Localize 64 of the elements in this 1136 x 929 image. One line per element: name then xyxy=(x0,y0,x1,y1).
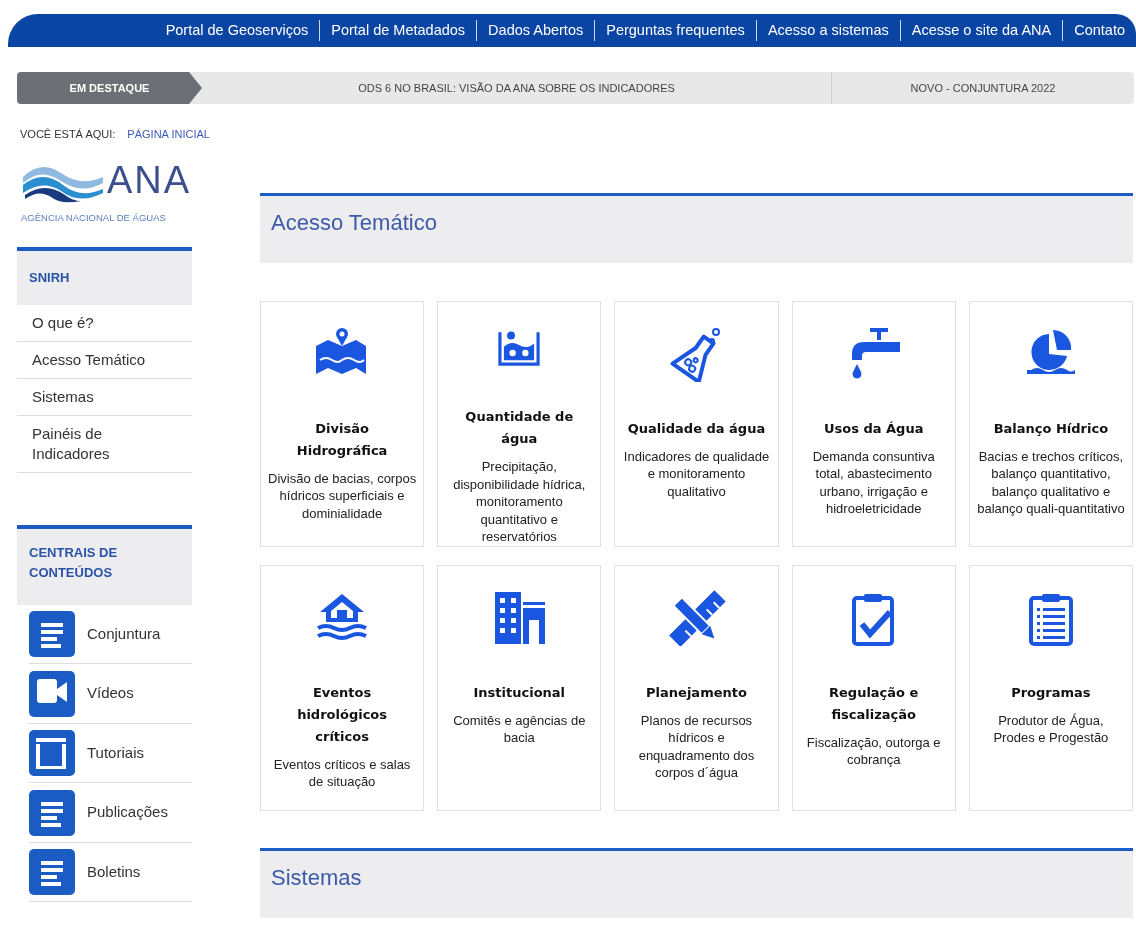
card-title: Quantidade de água xyxy=(464,408,575,448)
pencil-ruler-icon xyxy=(666,589,727,646)
card-title: Institucional xyxy=(472,683,567,702)
layout-icon xyxy=(29,730,75,776)
section-title: CENTRAIS DE CONTEÚDOS xyxy=(29,543,119,582)
logo-name: ANA xyxy=(107,160,192,199)
sidebar-link[interactable]: Acesso Temático xyxy=(17,341,192,379)
card-description: Indicadores de qualidade e monitoramento qualitativo xyxy=(622,447,771,500)
card-description: Eventos críticos e salas de situação xyxy=(272,755,412,791)
content-link[interactable]: Publicações xyxy=(29,783,192,843)
nav-link[interactable]: Acesse o site da ANA xyxy=(900,19,1064,42)
content-link[interactable]: Boletins xyxy=(29,842,192,903)
highlight-link[interactable]: ODS 6 NO BRASIL: VISÃO DA ANA SOBRE OS INDICADORES xyxy=(202,72,832,104)
nav-link[interactable]: Perguntas frequentes xyxy=(595,19,757,42)
card-description: Precipitação, disponibilidade hídrica, monitoramento quantitativo e reservatórios xyxy=(452,458,587,546)
logo[interactable]: ANA AGÊNCIA NACIONAL DE ÁGUAS xyxy=(17,158,192,225)
sidebar-link[interactable]: Sistemas xyxy=(17,378,192,416)
topic-card[interactable]: Divisão Hidrográfica Divisão de bacias, corpos hídricos superficiais e dominialidade xyxy=(260,300,425,547)
card-description: Produtor de Água, Prodes e Progestão xyxy=(992,711,1110,747)
nav-link[interactable]: Contato xyxy=(1063,19,1136,42)
card-description: Planos de recursos hídricos e enquadramento dos corpos d´água xyxy=(637,711,756,782)
section-title: SNIRH xyxy=(29,269,70,285)
highlight-link[interactable]: NOVO - CONJUNTURA 2022 xyxy=(832,72,1134,104)
card-description: Bacias e trechos críticos, balanço quantitativo, balanço qualitativo e balanço quali-quantitativo xyxy=(976,447,1126,518)
nav-link[interactable]: Dados Abertos xyxy=(477,19,596,42)
topic-card[interactable]: Programas Produtor de Água, Prodes e Progestão xyxy=(968,564,1133,811)
topic-card[interactable]: Quantidade de água Precipitação, disponibilidade hídrica, monitoramento quantitativo e reservatórios xyxy=(437,300,602,547)
card-title: Qualidade da água xyxy=(626,419,767,438)
section-title: Acesso Temático xyxy=(271,209,437,235)
topic-card[interactable]: Balanço Hídrico Bacias e trechos críticos, balanço quantitativo, balanço qualitativo e balanço quali-quantitativo xyxy=(968,300,1133,547)
card-title: Balanço Hídrico xyxy=(992,419,1110,438)
card-title: Usos da Água xyxy=(822,419,925,438)
nav-link[interactable]: Acesso a sistemas xyxy=(756,19,901,42)
card-description: Demanda consuntiva total, abastecimento urbano, irrigação e hidroeletricidade xyxy=(811,447,936,518)
content-link[interactable]: Conjuntura xyxy=(29,604,192,665)
breadcrumb-label: VOCÊ ESTÁ AQUI: xyxy=(20,127,116,142)
sidebar-link[interactable]: Painéis de Indicadores xyxy=(17,415,192,473)
video-camera-icon xyxy=(29,670,75,717)
card-title: Programas xyxy=(1010,683,1092,702)
card-title: Divisão Hidrográfica xyxy=(295,419,389,460)
section-title: Sistemas xyxy=(271,864,362,890)
document-icon xyxy=(29,849,75,895)
nav-link[interactable]: Portal de Geoserviços xyxy=(154,19,321,42)
sidebar-link[interactable]: O que é? xyxy=(17,304,192,342)
nav-link[interactable]: Portal de Metadados xyxy=(320,19,478,42)
document-icon xyxy=(29,611,75,657)
content-link[interactable]: Vídeos xyxy=(29,664,192,724)
topic-card[interactable]: Qualidade da água Indicadores de qualidade e monitoramento qualitativo xyxy=(614,300,779,547)
breadcrumb-link[interactable]: PÁGINA INICIAL xyxy=(127,126,210,143)
card-description: Comitês e agências de bacia xyxy=(452,711,587,747)
card-title: Eventos hidrológicos críticos xyxy=(296,683,389,746)
card-description: Fiscalização, outorga e cobrança xyxy=(805,733,942,769)
card-title: Regulação e fiscalização xyxy=(828,683,920,724)
topic-card[interactable]: Usos da Água Demanda consuntiva total, abastecimento urbano, irrigação e hidroeletricidade xyxy=(791,300,956,547)
topic-card[interactable]: Regulação e fiscalização Fiscalização, outorga e cobrança xyxy=(791,564,956,811)
card-description: Divisão de bacias, corpos hídricos superficiais e dominialidade xyxy=(267,469,418,522)
document-icon xyxy=(29,789,75,836)
card-title: Planejamento xyxy=(645,683,748,702)
highlights-label: EM DESTAQUE xyxy=(17,72,202,104)
topic-card[interactable]: Institucional Comitês e agências de bacia xyxy=(437,564,602,811)
topic-card[interactable]: Planejamento Planos de recursos hídricos e enquadramento dos corpos d´água xyxy=(614,564,779,811)
content-link[interactable]: Tutoriais xyxy=(29,723,192,784)
topic-card[interactable]: Eventos hidrológicos críticos Eventos críticos e salas de situação xyxy=(260,564,425,811)
logo-subtitle: AGÊNCIA NACIONAL DE ÁGUAS xyxy=(21,210,167,225)
